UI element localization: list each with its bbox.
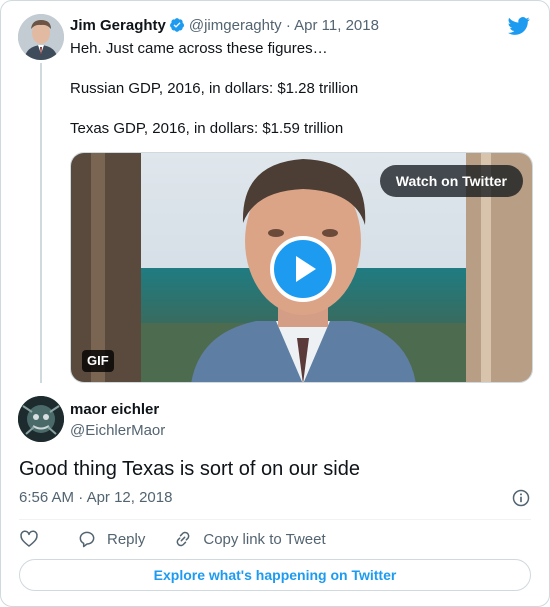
tweet-embed-card: Jim Geraghty @jimgeraghty · Apr 11, 2018 … <box>0 0 550 607</box>
reply-time[interactable]: 6:56 AM <box>19 489 74 506</box>
reply-label: Reply <box>107 530 146 548</box>
tweet-header: Jim Geraghty @jimgeraghty · Apr 11, 2018 <box>70 16 379 36</box>
reply-bubble-icon <box>79 531 95 548</box>
reply-button[interactable]: Reply <box>77 529 145 549</box>
like-button[interactable] <box>19 529 49 549</box>
tweet-text-line-1: Heh. Just came across these figures… <box>70 40 328 57</box>
reply-text: Good thing Texas is sort of on our side <box>19 458 360 480</box>
verified-badge-icon <box>169 18 184 32</box>
reply-author-handle[interactable]: @EichlerMaor <box>70 421 165 441</box>
action-bar: Reply Copy link to Tweet <box>19 528 354 550</box>
info-icon[interactable] <box>511 488 531 508</box>
copy-link-button[interactable]: Copy link to Tweet <box>173 529 326 549</box>
header-separator: · <box>285 17 291 34</box>
reply-date[interactable]: Apr 12, 2018 <box>87 489 173 506</box>
play-button[interactable] <box>270 236 336 302</box>
reply-author-photo <box>18 396 64 442</box>
divider <box>19 519 531 520</box>
twitter-bird-icon[interactable] <box>507 15 531 37</box>
heart-icon <box>20 530 38 547</box>
copy-link-label: Copy link to Tweet <box>203 530 326 548</box>
explore-twitter-button[interactable]: Explore what's happening on Twitter <box>19 559 531 591</box>
avatar[interactable] <box>18 396 64 442</box>
tweet-text-line-3: Texas GDP, 2016, in dollars: $1.59 trill… <box>70 120 344 137</box>
play-icon <box>296 256 316 282</box>
tweet-text-line-2: Russian GDP, 2016, in dollars: $1.28 tri… <box>70 80 359 97</box>
avatar[interactable] <box>18 14 64 60</box>
author-photo <box>18 14 64 60</box>
reply-timestamp[interactable]: 6:56 AM · Apr 12, 2018 <box>19 488 172 508</box>
reply-author-name[interactable]: maor eichler <box>70 400 159 420</box>
tweet-date[interactable]: Apr 11, 2018 <box>294 17 379 34</box>
gif-media-preview[interactable]: Watch on Twitter GIF <box>70 152 533 383</box>
author-handle[interactable]: @jimgeraghty <box>189 17 282 34</box>
author-name[interactable]: Jim Geraghty <box>70 17 166 34</box>
gif-badge: GIF <box>82 350 114 372</box>
thread-connector <box>40 63 42 383</box>
link-icon <box>176 531 190 547</box>
watch-on-twitter-button[interactable]: Watch on Twitter <box>379 165 523 197</box>
timestamp-separator: · <box>78 489 84 506</box>
